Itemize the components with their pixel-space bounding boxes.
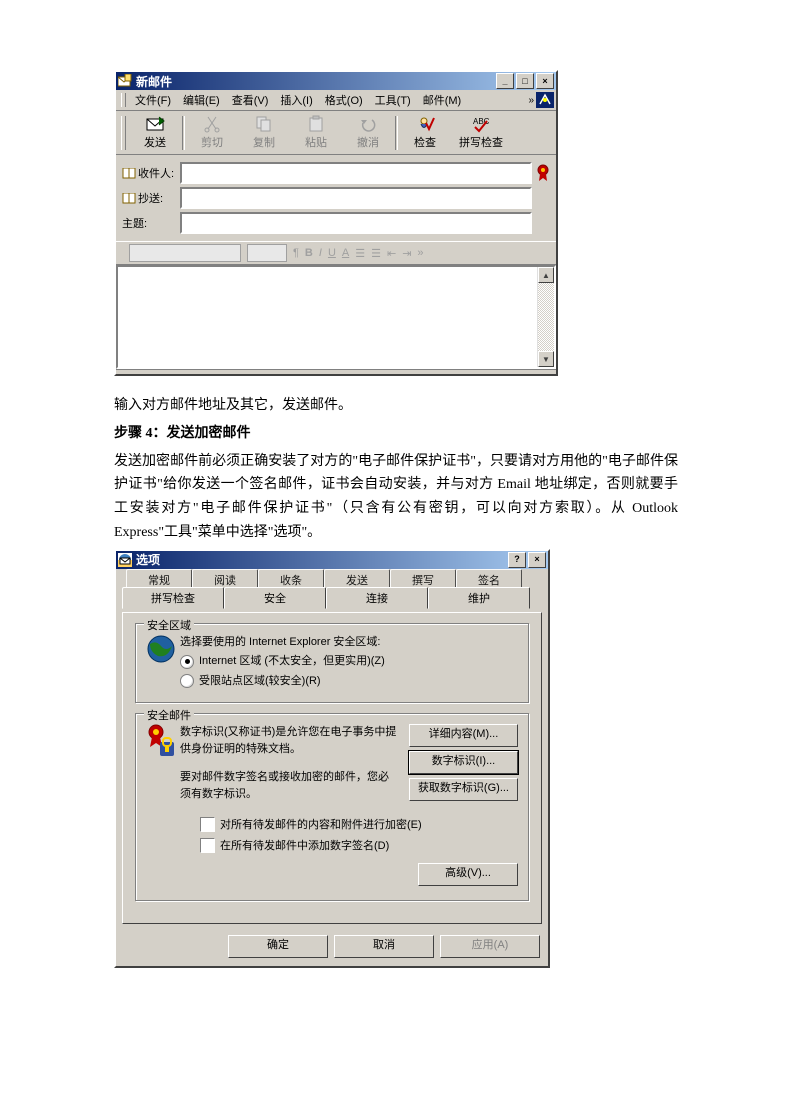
radio-restricted-zone[interactable]: 受限站点区域(较安全)(R) — [180, 673, 518, 690]
grip-icon[interactable] — [121, 116, 126, 150]
secure-mail-group: 安全邮件 数字标识(又称证书)是允许您在电子事务中提供身份证明的特殊文档。 要对… — [135, 713, 529, 901]
minimize-button[interactable]: _ — [496, 73, 514, 89]
header-fields: 收件人: 抄送: 主题: — [116, 155, 556, 241]
cut-button[interactable]: 剪切 — [186, 113, 238, 152]
window-title: 选项 — [136, 551, 160, 568]
italic-icon[interactable]: I — [319, 247, 322, 259]
subject-label: 主题: — [122, 215, 180, 231]
numlist-icon[interactable]: ☰ — [355, 247, 365, 260]
body-text: 输入对方邮件地址及其它，发送邮件。 — [114, 394, 678, 418]
help-button[interactable]: ? — [508, 552, 526, 568]
group-legend: 安全区域 — [144, 617, 194, 633]
scroll-up-icon[interactable]: ▲ — [538, 267, 554, 283]
tab-connection[interactable]: 连接 — [326, 587, 428, 609]
send-button[interactable]: 发送 — [129, 113, 181, 152]
font-select[interactable] — [129, 244, 241, 262]
close-button[interactable]: × — [536, 73, 554, 89]
app-logo-icon — [536, 92, 554, 108]
fontsize-select[interactable] — [247, 244, 287, 262]
menu-format[interactable]: 格式(O) — [319, 91, 369, 109]
ok-button[interactable]: 确定 — [228, 935, 328, 958]
tab-security[interactable]: 安全 — [224, 587, 326, 609]
titlebar[interactable]: 选项 ? × — [116, 551, 548, 569]
step-heading: 步骤 4：发送加密邮件 — [114, 422, 678, 446]
zone-group: 安全区域 选择要使用的 Internet Explorer 安全区域: Inte… — [135, 623, 529, 704]
tab-panel-security: 安全区域 选择要使用的 Internet Explorer 安全区域: Inte… — [122, 612, 542, 925]
app-icon — [118, 553, 132, 567]
undo-button[interactable]: 撤消 — [342, 113, 394, 152]
menu-view[interactable]: 查看(V) — [226, 91, 275, 109]
menu-message[interactable]: 邮件(M) — [417, 91, 468, 109]
grip-icon[interactable] — [121, 93, 126, 107]
maximize-button[interactable]: □ — [516, 73, 534, 89]
zone-prompt: 选择要使用的 Internet Explorer 安全区域: — [180, 634, 518, 651]
close-button[interactable]: × — [528, 552, 546, 568]
scroll-down-icon[interactable]: ▼ — [538, 351, 554, 367]
menu-edit[interactable]: 编辑(E) — [177, 91, 226, 109]
to-input[interactable] — [180, 162, 532, 184]
addressbook-icon — [122, 193, 136, 204]
underline-icon[interactable]: U — [328, 247, 336, 259]
menu-tools[interactable]: 工具(T) — [369, 91, 417, 109]
outdent-icon[interactable]: ⇤ — [387, 247, 396, 260]
tabstrip: 常规 阅读 收条 发送 撰写 签名 拼写检查 安全 连接 维护 — [116, 569, 548, 613]
options-dialog: 选项 ? × 常规 阅读 收条 发送 撰写 签名 拼写检查 安全 连接 维护 安… — [114, 549, 550, 969]
get-digital-id-button[interactable]: 获取数字标识(G)... — [409, 778, 518, 801]
subject-input[interactable] — [180, 212, 532, 234]
window-title: 新邮件 — [136, 73, 172, 90]
spellcheck-button[interactable]: ABC拼写检查 — [451, 113, 511, 152]
cc-label[interactable]: 抄送: — [122, 190, 180, 206]
menu-insert[interactable]: 插入(I) — [274, 91, 318, 109]
menu-file[interactable]: 文件(F) — [129, 91, 177, 109]
desc-text: 要对邮件数字签名或接收加密的邮件，您必须有数字标识。 — [180, 769, 399, 802]
new-mail-window: 新邮件 _ □ × 文件(F) 编辑(E) 查看(V) 插入(I) 格式(O) … — [114, 70, 558, 376]
details-button[interactable]: 详细内容(M)... — [409, 724, 518, 747]
dialog-buttons: 确定 取消 应用(A) — [116, 931, 548, 966]
fontcolor-icon[interactable]: A — [342, 247, 349, 259]
encrypt-checkbox[interactable]: 对所有待发邮件的内容和附件进行加密(E) — [200, 816, 518, 832]
overflow-icon[interactable]: » — [417, 247, 423, 259]
menu-overflow-icon[interactable]: » — [528, 95, 534, 106]
titlebar[interactable]: 新邮件 _ □ × — [116, 72, 556, 90]
radio-internet-zone[interactable]: Internet 区域 (不太安全，但更实用)(Z) — [180, 653, 518, 670]
bold-icon[interactable]: B — [305, 247, 313, 259]
cc-input[interactable] — [180, 187, 532, 209]
certificate-icon — [146, 724, 180, 802]
format-toolbar: ¶ B I U A ☰ ☰ ⇤ ⇥ » — [116, 241, 556, 265]
apply-button[interactable]: 应用(A) — [440, 935, 540, 958]
globe-icon — [146, 634, 180, 693]
desc-text: 数字标识(又称证书)是允许您在电子事务中提供身份证明的特殊文档。 — [180, 724, 399, 757]
message-body[interactable]: ▲ ▼ — [116, 265, 556, 369]
bulletlist-icon[interactable]: ☰ — [371, 247, 381, 260]
advanced-button[interactable]: 高级(V)... — [418, 863, 518, 886]
toolbar: 发送 剪切 复制 粘贴 撤消 检查 ABC拼写检查 — [116, 111, 556, 155]
addressbook-icon — [122, 168, 136, 179]
signature-ribbon-icon — [536, 164, 550, 182]
sign-checkbox[interactable]: 在所有待发邮件中添加数字签名(D) — [200, 837, 518, 853]
paste-button[interactable]: 粘贴 — [290, 113, 342, 152]
mail-icon — [118, 74, 132, 88]
scrollbar[interactable]: ▲ ▼ — [537, 267, 554, 367]
tab-spell[interactable]: 拼写检查 — [122, 587, 224, 609]
group-legend: 安全邮件 — [144, 707, 194, 723]
indent-icon[interactable]: ⇥ — [402, 247, 411, 260]
paragraph-icon[interactable]: ¶ — [293, 247, 299, 259]
body-text: 发送加密邮件前必须正确安装了对方的"电子邮件保护证书"，只要请对方用他的"电子邮… — [114, 450, 678, 545]
cancel-button[interactable]: 取消 — [334, 935, 434, 958]
to-label[interactable]: 收件人: — [122, 165, 180, 181]
check-button[interactable]: 检查 — [399, 113, 451, 152]
tab-maintenance[interactable]: 维护 — [428, 587, 530, 609]
digital-id-button[interactable]: 数字标识(I)... — [409, 751, 518, 774]
menubar: 文件(F) 编辑(E) 查看(V) 插入(I) 格式(O) 工具(T) 邮件(M… — [116, 90, 556, 111]
copy-button[interactable]: 复制 — [238, 113, 290, 152]
